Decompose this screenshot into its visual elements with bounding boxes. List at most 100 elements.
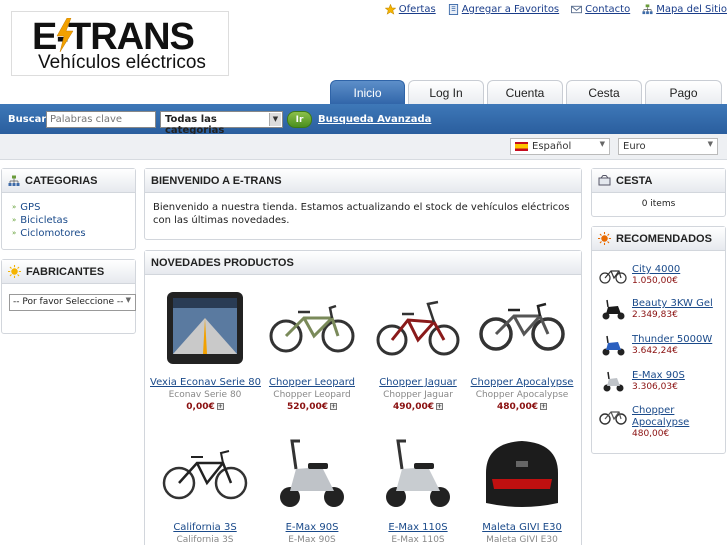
product-card[interactable]: California 3S California 3S bbox=[150, 433, 260, 545]
logo-subtitle: Vehículos eléctricos bbox=[38, 52, 206, 73]
product-model: Chopper Jaguar bbox=[383, 390, 453, 400]
scooter-image[interactable] bbox=[262, 433, 362, 513]
manufacturers-box: FABRICANTES -- Por favor Seleccione -- ▼ bbox=[1, 259, 136, 334]
product-price: 520,00€ + bbox=[257, 402, 367, 412]
star-icon bbox=[384, 4, 396, 15]
sitemap-icon bbox=[8, 175, 20, 186]
tab-login[interactable]: Log In bbox=[408, 80, 484, 105]
scooter-image[interactable] bbox=[368, 433, 468, 513]
main-tabs: Inicio Log In Cuenta Cesta Pago bbox=[330, 80, 722, 105]
categories-list: » GPS » Bicicletas » Ciclomotores bbox=[2, 193, 135, 240]
currency-select[interactable]: Euro ▼ bbox=[618, 138, 718, 155]
recommended-name[interactable]: Beauty 3KW Gel bbox=[632, 298, 713, 310]
search-label: Buscar: bbox=[8, 114, 51, 125]
category-link[interactable]: Ciclomotores bbox=[20, 227, 85, 240]
ofertas-link[interactable]: Ofertas bbox=[384, 4, 436, 15]
product-card[interactable]: E-Max 110S E-Max 110S bbox=[363, 433, 473, 545]
site-logo[interactable]: E-TRANS Vehículos eléctricos bbox=[11, 11, 229, 76]
mapa-link[interactable]: Mapa del Sitio bbox=[642, 4, 727, 15]
product-card[interactable]: Chopper Apocalypse Chopper Apocalypse 48… bbox=[467, 288, 577, 412]
new-products-header: NOVEDADES PRODUCTOS bbox=[145, 251, 581, 275]
cart-count: 0 items bbox=[641, 199, 676, 209]
bullet-icon: » bbox=[12, 203, 17, 211]
product-name[interactable]: E-Max 110S bbox=[363, 522, 473, 533]
recommended-item[interactable]: Chopper Apocalypse 480,00€ bbox=[598, 405, 718, 439]
language-value: Español bbox=[532, 141, 572, 152]
bicycle-image[interactable] bbox=[472, 288, 572, 368]
add-to-cart-icon[interactable]: + bbox=[330, 403, 337, 410]
bicycle-image[interactable] bbox=[368, 288, 468, 368]
product-card[interactable]: Maleta GIVI E30 Maleta GIVI E30 bbox=[467, 433, 577, 545]
bicycle-image[interactable] bbox=[262, 288, 362, 368]
list-item[interactable]: » Bicicletas bbox=[12, 214, 135, 227]
product-name[interactable]: Chopper Apocalypse bbox=[467, 377, 577, 388]
product-name[interactable]: Chopper Jaguar bbox=[363, 377, 473, 388]
product-name[interactable]: Maleta GIVI E30 bbox=[467, 522, 577, 533]
currency-value: Euro bbox=[623, 141, 646, 152]
scooter-thumbnail[interactable] bbox=[598, 334, 628, 356]
recommended-item[interactable]: Thunder 5000W 3.642,24€ bbox=[598, 334, 718, 356]
welcome-box: BIENVENIDO A E-TRANS Bienvenido a nuestr… bbox=[144, 168, 582, 240]
product-name[interactable]: Chopper Leopard bbox=[257, 377, 367, 388]
tab-cuenta[interactable]: Cuenta bbox=[487, 80, 563, 105]
bicycle-thumbnail[interactable] bbox=[598, 264, 628, 286]
categories-box: CATEGORIAS » GPS » Bicicletas » Ciclomotore… bbox=[1, 168, 136, 250]
product-card[interactable]: Vexia Econav Serie 80 Econav Serie 80 0,… bbox=[150, 288, 261, 412]
recommended-name[interactable]: Thunder 5000W bbox=[632, 334, 712, 346]
welcome-header: BIENVENIDO A E-TRANS bbox=[145, 169, 581, 193]
bullet-icon: » bbox=[12, 229, 17, 237]
recommended-name[interactable]: City 4000 bbox=[632, 264, 680, 276]
top-case-image[interactable] bbox=[472, 433, 572, 513]
category-link[interactable]: Bicicletas bbox=[20, 214, 68, 227]
advanced-search-link[interactable]: Busqueda Avanzada bbox=[318, 114, 431, 125]
product-name[interactable]: E-Max 90S bbox=[257, 522, 367, 533]
product-card[interactable]: Chopper Leopard Chopper Leopard 520,00€ + bbox=[257, 288, 367, 412]
category-select[interactable]: Todas las categorias ▼ bbox=[160, 111, 283, 136]
tab-pago[interactable]: Pago bbox=[645, 80, 722, 105]
mail-icon bbox=[571, 5, 583, 14]
bicycle-thumbnail[interactable] bbox=[598, 405, 628, 427]
recommended-item[interactable]: Beauty 3KW Gel 2.349,83€ bbox=[598, 298, 718, 320]
list-item[interactable]: » GPS bbox=[12, 201, 135, 214]
recommended-name[interactable]: E-Max 90S bbox=[632, 370, 685, 382]
recommended-price: 3.306,03€ bbox=[632, 382, 678, 392]
list-item[interactable]: » Ciclomotores bbox=[12, 227, 135, 240]
manufacturer-select[interactable]: -- Por favor Seleccione -- ▼ bbox=[9, 294, 136, 311]
add-to-cart-icon[interactable]: + bbox=[436, 403, 443, 410]
price-value: 490,00€ bbox=[393, 402, 434, 412]
recommended-item[interactable]: E-Max 90S 3.306,03€ bbox=[598, 370, 718, 392]
favoritos-link[interactable]: Agregar a Favoritos bbox=[448, 4, 559, 15]
top-links: Ofertas Agregar a Favoritos Contacto Map… bbox=[384, 4, 727, 15]
add-to-cart-icon[interactable]: + bbox=[540, 403, 547, 410]
recommended-name[interactable]: Chopper Apocalypse bbox=[632, 405, 718, 429]
category-link[interactable]: GPS bbox=[20, 201, 40, 214]
contacto-label: Contacto bbox=[585, 4, 631, 15]
product-card[interactable]: Chopper Jaguar Chopper Jaguar 490,00€ + bbox=[363, 288, 473, 412]
search-input[interactable] bbox=[46, 111, 156, 128]
gps-device-image[interactable] bbox=[155, 288, 255, 368]
recommended-title: RECOMENDADOS bbox=[616, 232, 712, 245]
contacto-link[interactable]: Contacto bbox=[571, 4, 630, 15]
scooter-thumbnail[interactable] bbox=[598, 298, 628, 320]
sun-icon bbox=[598, 232, 611, 245]
tab-inicio[interactable]: Inicio bbox=[330, 80, 405, 105]
recommended-info: City 4000 1.050,00€ bbox=[632, 264, 680, 286]
bicycle-image[interactable] bbox=[155, 433, 255, 513]
categories-title: CATEGORIAS bbox=[25, 174, 98, 187]
search-go-button[interactable]: Ir bbox=[287, 111, 312, 128]
product-card[interactable]: E-Max 90S E-Max 90S bbox=[257, 433, 367, 545]
recommended-info: E-Max 90S 3.306,03€ bbox=[632, 370, 685, 392]
tab-cesta[interactable]: Cesta bbox=[566, 80, 642, 105]
lightning-bolt-icon bbox=[56, 18, 74, 52]
add-to-cart-icon[interactable]: + bbox=[216, 403, 224, 410]
product-name[interactable]: California 3S bbox=[150, 522, 260, 533]
sun-icon bbox=[8, 265, 21, 278]
scooter-thumbnail[interactable] bbox=[598, 370, 628, 392]
language-select[interactable]: Español ▼ bbox=[510, 138, 610, 155]
recommended-info: Chopper Apocalypse 480,00€ bbox=[632, 405, 718, 439]
product-name[interactable]: Vexia Econav Serie 80 bbox=[150, 377, 261, 388]
recommended-price: 480,00€ bbox=[632, 429, 670, 439]
cart-header: CESTA bbox=[592, 169, 725, 193]
recommended-item[interactable]: City 4000 1.050,00€ bbox=[598, 264, 718, 286]
recommended-price: 2.349,83€ bbox=[632, 310, 678, 320]
